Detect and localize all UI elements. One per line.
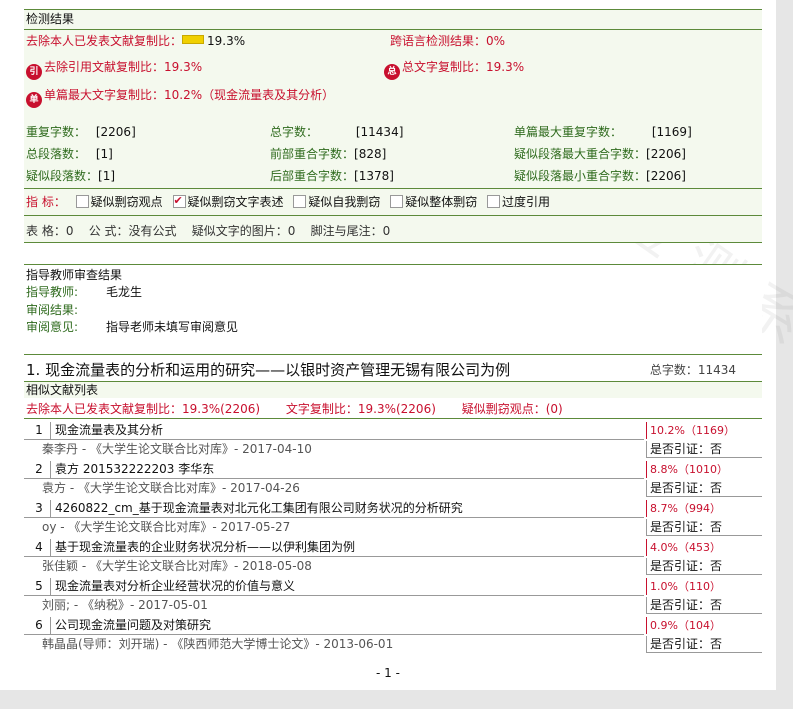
similar-item-source: oy - 《大学生论文联合比对库》- 2017-05-27 xyxy=(42,520,291,534)
similar-item-citation: 是否引证：否 xyxy=(646,558,762,575)
stat-back-overlap: 后部重合字数：[1378] xyxy=(270,169,394,183)
similar-item-title[interactable]: 4260822_cm_基于现金流量表对北元化工集团有限公司财务状况的分析研究 xyxy=(55,501,463,515)
stat-repeat-words: 重复字数： [2206] xyxy=(26,125,136,139)
single-icon: 单 xyxy=(26,92,42,108)
similar-item-citation: 是否引证：否 xyxy=(646,636,762,653)
similar-item-source: 刘丽; - 《纳税》- 2017-05-01 xyxy=(42,598,208,612)
excl-self-ratio: 去除本人已发表文献复制比： 19.3% xyxy=(26,34,246,48)
similar-item-citation: 是否引证：否 xyxy=(646,519,762,536)
similar-item-source: 袁方 - 《大学生论文联合比对库》- 2017-04-26 xyxy=(42,481,300,495)
checkbox-plagiarism-text[interactable] xyxy=(172,193,186,209)
similar-item-source: 张佳颖 - 《大学生论文联合比对库》- 2018-05-08 xyxy=(42,559,312,573)
review-header: 指导教师审查结果 xyxy=(26,268,123,282)
checkbox-self-plagiarism[interactable] xyxy=(293,195,307,208)
single-max-ratio: 单单篇最大文字复制比：10.2%（现金流量表及其分析） xyxy=(26,87,334,108)
similar-item-title[interactable]: 现金流量表对分析企业经营状况的价值与意义 xyxy=(55,579,295,593)
teacher-review: 指导教师审查结果 指导教师: 毛龙生 审阅结果: 审阅意见: 指导老师未填写审阅意见 xyxy=(24,264,762,341)
similar-item: 2 袁方 201532222203 李华东 袁方 - 《大学生论文联合比对库》- … xyxy=(24,461,762,499)
ratio-bar xyxy=(182,35,205,44)
similar-item-percent: 8.8%（1010） xyxy=(646,461,762,478)
similar-item-title[interactable]: 袁方 201532222203 李华东 xyxy=(55,462,214,476)
similar-item-citation: 是否引证：否 xyxy=(646,597,762,614)
similar-item-title[interactable]: 现金流量表及其分析 xyxy=(55,423,163,437)
stat-suspect-min-overlap: 疑似段落最小重合字数：[2206] xyxy=(514,169,686,183)
detection-results: 检测结果 去除本人已发表文献复制比： 19.3% 跨语言检测结果：0% 引去除引用… xyxy=(24,9,762,243)
similar-item-title[interactable]: 基于现金流量表的企业财务状况分析——以伊利集团为例 xyxy=(55,540,355,554)
similar-item-source: 秦李丹 - 《大学生论文联合比对库》- 2017-04-10 xyxy=(42,442,312,456)
divider xyxy=(24,215,762,216)
similar-item: 1 现金流量表及其分析 秦李丹 - 《大学生论文联合比对库》- 2017-04-1… xyxy=(24,422,762,460)
similar-item-percent: 4.0%（453） xyxy=(646,539,762,556)
misc-stats: 表 格：0 公 式：没有公式 疑似文字的图片：0 脚注与尾注：0 xyxy=(26,224,391,238)
stat-total-paragraphs: 总段落数： [1] xyxy=(26,147,113,161)
similar-summary: 去除本人已发表文献复制比：19.3%(2206) 文字复制比：19.3%(220… xyxy=(24,400,762,419)
similar-item-percent: 8.7%（994） xyxy=(646,500,762,517)
indicator-row: 指 标： 疑似剽窃观点 疑似剽窃文字表述 疑似自我剽窃 疑似整体剽窃 过度引用 xyxy=(26,193,550,210)
teacher-row: 指导教师: 毛龙生 xyxy=(26,285,143,299)
stat-front-overlap: 前部重合字数：[828] xyxy=(270,147,387,161)
similar-item: 3 4260822_cm_基于现金流量表对北元化工集团有限公司财务状况的分析研究 … xyxy=(24,500,762,538)
checkbox-plagiarism-viewpoint[interactable] xyxy=(75,195,89,208)
excl-cite-ratio: 引去除引用文献复制比：19.3% xyxy=(26,59,202,80)
divider xyxy=(24,188,762,189)
similar-list-header: 相似文献列表 xyxy=(24,381,762,398)
stat-total-words: 总字数： [11434] xyxy=(270,125,404,139)
similar-item: 4 基于现金流量表的企业财务状况分析——以伊利集团为例 张佳颖 - 《大学生论文联… xyxy=(24,539,762,577)
similar-item: 5 现金流量表对分析企业经营状况的价值与意义 刘丽; - 《纳税》- 2017-0… xyxy=(24,578,762,616)
document-title: 1. 现金流量表的分析和运用的研究——以银时资产管理无锡有限公司为例 xyxy=(26,361,511,379)
checkbox-whole-plagiarism[interactable] xyxy=(390,195,404,208)
similar-documents: 1. 现金流量表的分析和运用的研究——以银时资产管理无锡有限公司为例 总字数：1… xyxy=(24,354,762,655)
stat-single-max-repeat: 单篇最大重复字数： [1169] xyxy=(514,125,692,139)
stat-suspect-max-overlap: 疑似段落最大重合字数：[2206] xyxy=(514,147,686,161)
document-total-words: 总字数：11434 xyxy=(649,363,736,377)
similar-item-percent: 0.9%（104） xyxy=(646,617,762,634)
cite-icon: 引 xyxy=(26,64,42,80)
similar-item-title[interactable]: 公司现金流量问题及对策研究 xyxy=(55,618,211,632)
report-page: 大 雅 检 测 系 检测结果 去除本人已发表文献复制比：19.3% 跨语言检测结… xyxy=(0,0,793,690)
stat-suspect-paragraphs: 疑似段落数：[1] xyxy=(26,169,116,183)
section-header: 检测结果 xyxy=(24,10,762,30)
similar-item-percent: 1.0%（110） xyxy=(646,578,762,595)
review-opinion-row: 审阅意见: 指导老师未填写审阅意见 xyxy=(26,320,239,334)
checkbox-over-citation[interactable] xyxy=(487,195,501,208)
total-copy-ratio: 总总文字复制比：19.3% xyxy=(384,59,524,80)
review-result-row: 审阅结果: xyxy=(26,303,79,317)
similar-item: 6 公司现金流量问题及对策研究 韩晶晶(导师：刘开瑞) - 《陕西师范大学博士论文… xyxy=(24,617,762,655)
similar-item-percent: 10.2%（1169） xyxy=(646,422,762,439)
page-number: - 1 - xyxy=(376,666,400,680)
similar-item-citation: 是否引证：否 xyxy=(646,441,762,458)
similar-item-source: 韩晶晶(导师：刘开瑞) - 《陕西师范大学博士论文》- 2013-06-01 xyxy=(42,637,394,651)
total-icon: 总 xyxy=(384,64,400,80)
cross-language-result: 跨语言检测结果：0% xyxy=(390,34,506,48)
similar-item-citation: 是否引证：否 xyxy=(646,480,762,497)
